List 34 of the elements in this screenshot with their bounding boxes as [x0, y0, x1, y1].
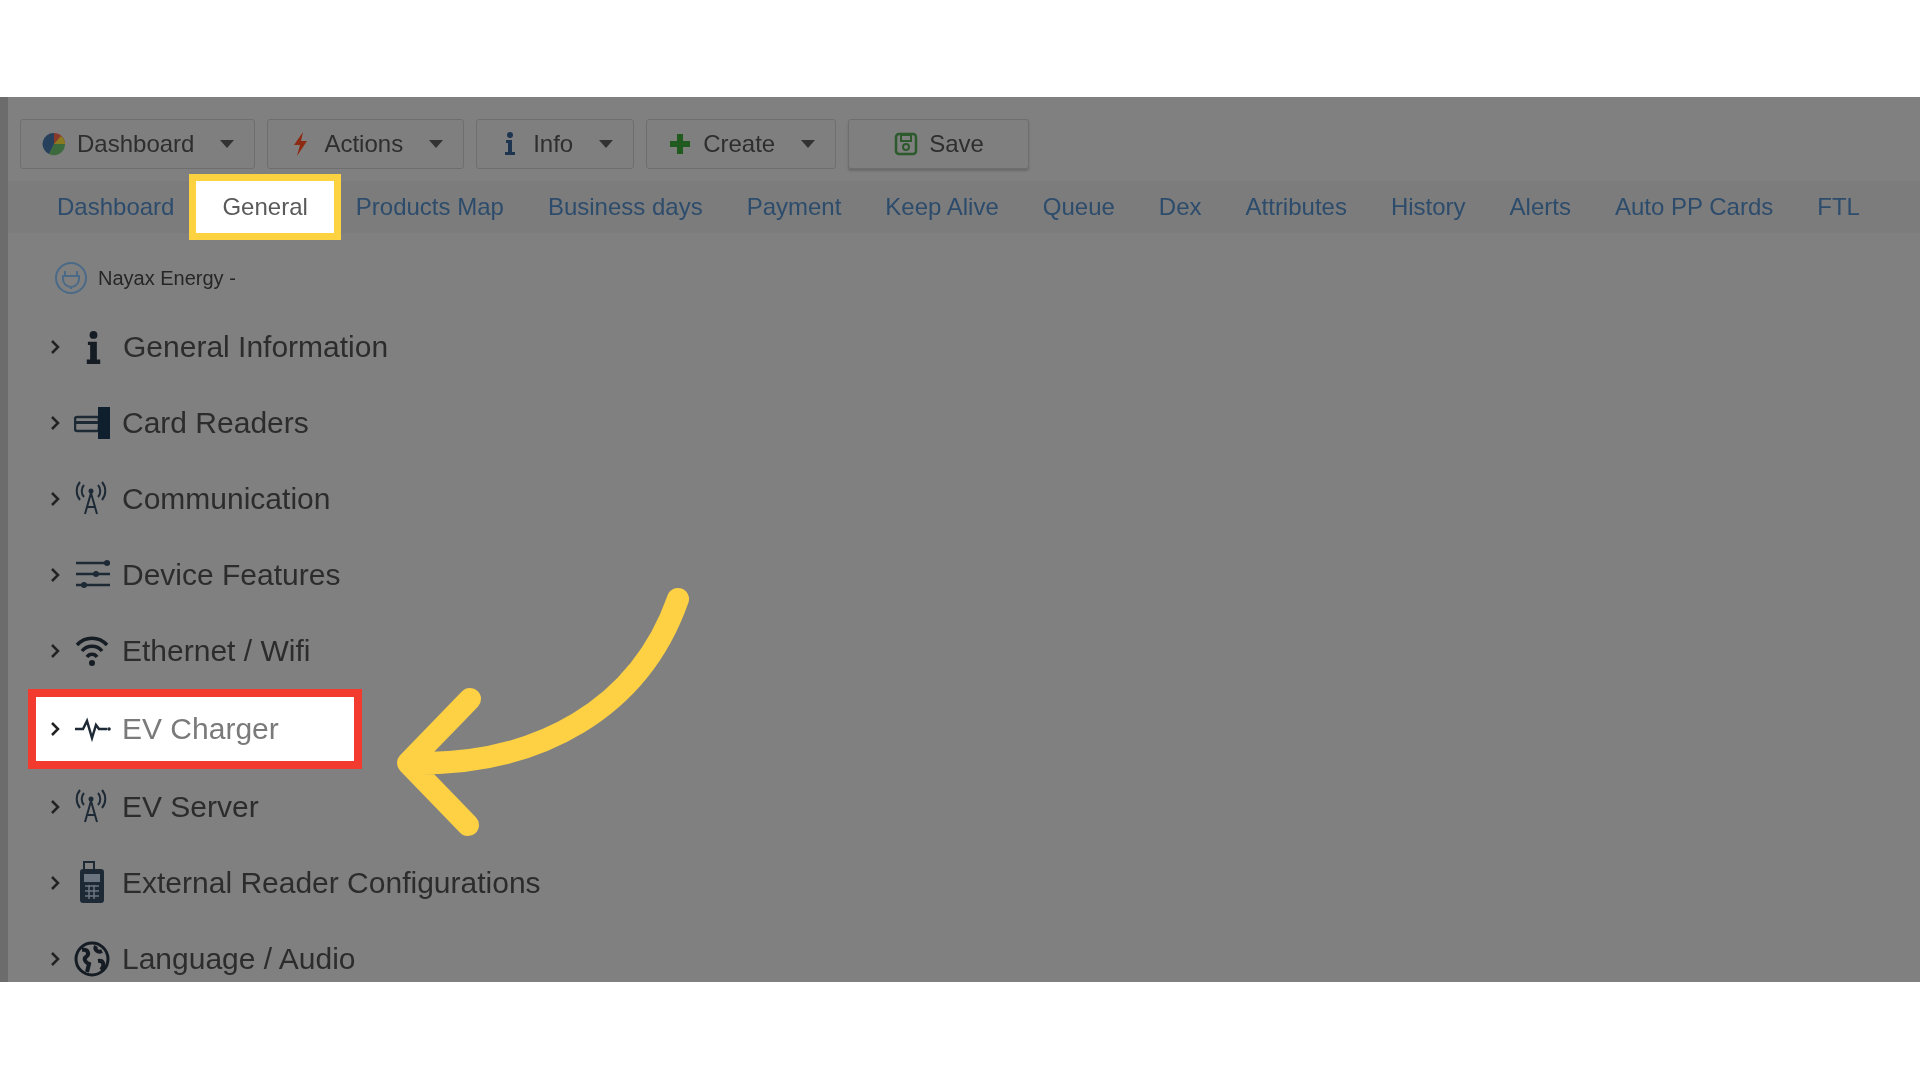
tab[interactable]: FTL: [1795, 183, 1882, 231]
section-header[interactable]: Language / Audio: [122, 942, 356, 976]
pie-chart-icon: [41, 131, 67, 157]
section-header[interactable]: Ethernet / Wifi: [122, 634, 311, 668]
dropdown-button[interactable]: Create: [646, 119, 837, 169]
tab[interactable]: Dashboard: [49, 183, 197, 231]
save-button[interactable]: Save: [848, 119, 1029, 169]
tab[interactable]: Payment: [724, 183, 864, 231]
plug-icon: [54, 261, 88, 295]
section-header[interactable]: Device Features: [122, 558, 341, 592]
card-reader-icon: [74, 405, 112, 441]
dropdown-button[interactable]: Actions: [267, 119, 465, 169]
section-header[interactable]: Card Readers: [122, 406, 309, 440]
chevron-icon[interactable]: [50, 721, 60, 737]
tab[interactable]: History: [1368, 183, 1488, 231]
tab[interactable]: Queue: [1020, 183, 1137, 231]
tab[interactable]: Attributes: [1223, 183, 1369, 231]
globe-icon: [74, 941, 112, 977]
section-header[interactable]: External Reader Configurations: [122, 866, 541, 900]
info-icon: [86, 330, 101, 364]
device-title: Nayax Energy -: [98, 266, 236, 290]
tab[interactable]: Alerts: [1487, 183, 1593, 231]
section-header[interactable]: EV Charger: [122, 712, 279, 746]
tab[interactable]: Dex: [1136, 183, 1224, 231]
dropdown-button[interactable]: Info: [476, 119, 635, 169]
section-header[interactable]: Communication: [122, 482, 331, 516]
save-icon: [893, 131, 920, 157]
tab[interactable]: Products Map: [333, 183, 526, 231]
tab[interactable]: Keep Alive: [863, 183, 1021, 231]
dropdown-button[interactable]: Dashboard: [20, 119, 256, 169]
tab[interactable]: Auto PP Cards: [1592, 183, 1796, 231]
tab[interactable]: Business days: [525, 183, 725, 231]
section-header[interactable]: General Information: [123, 330, 389, 364]
section-header[interactable]: EV Server: [122, 790, 259, 824]
